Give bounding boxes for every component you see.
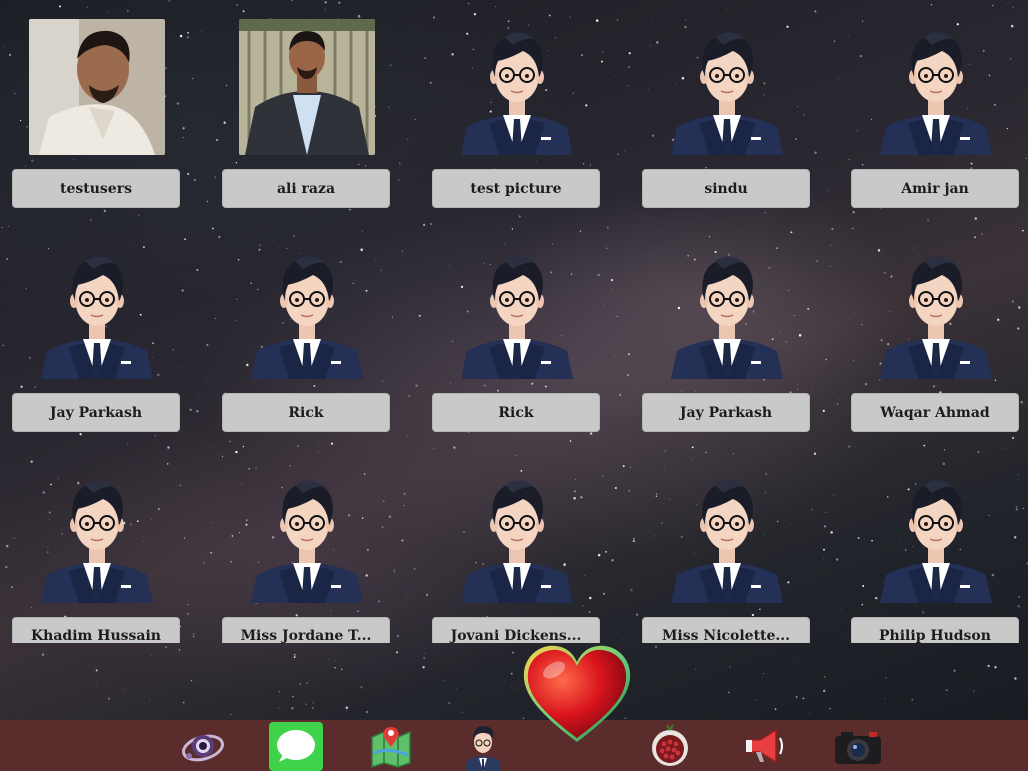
maps-icon[interactable] — [366, 720, 416, 771]
contact-name-button[interactable]: Jay Parkash — [642, 393, 810, 432]
default-avatar-image[interactable] — [659, 19, 795, 155]
profile-photo[interactable] — [239, 19, 375, 155]
contact-card[interactable]: Khadim Hussain — [12, 467, 182, 681]
heart-icon[interactable] — [520, 642, 634, 746]
messages-icon[interactable] — [268, 720, 324, 771]
default-avatar-image[interactable] — [659, 243, 795, 379]
contact-card[interactable]: sindu — [642, 19, 812, 233]
dock-bar — [0, 720, 1028, 771]
contact-name-button[interactable]: Rick — [432, 393, 600, 432]
default-avatar-image[interactable] — [449, 243, 585, 379]
contact-name-button[interactable]: ali raza — [222, 169, 390, 208]
contact-name-button[interactable]: sindu — [642, 169, 810, 208]
contact-name-button[interactable]: Rick — [222, 393, 390, 432]
contact-name-button[interactable]: Jay Parkash — [12, 393, 180, 432]
contact-grid: testusers ali raza test picture sindu Amir j… — [0, 0, 1028, 720]
default-avatar-image[interactable] — [449, 19, 585, 155]
camera-icon[interactable] — [832, 720, 884, 771]
profile-avatar-icon[interactable] — [458, 720, 508, 771]
contact-card[interactable]: ali raza — [222, 19, 392, 233]
contact-name-button[interactable]: testusers — [12, 169, 180, 208]
megaphone-icon[interactable] — [740, 720, 788, 771]
default-avatar-image[interactable] — [29, 467, 165, 603]
contact-card[interactable]: Miss Jordane T... — [222, 467, 392, 681]
default-avatar-image[interactable] — [868, 467, 1004, 603]
default-avatar-image[interactable] — [239, 243, 375, 379]
contact-card[interactable]: Rick — [432, 243, 602, 457]
contact-name-button[interactable]: Miss Jordane T... — [222, 617, 390, 643]
profile-photo[interactable] — [29, 19, 165, 155]
contact-card[interactable]: Philip Hudson — [851, 467, 1021, 681]
contact-card[interactable]: Waqar Ahmad — [851, 243, 1021, 457]
contact-card[interactable]: Miss Nicolette... — [642, 467, 812, 681]
contact-card[interactable]: Jay Parkash — [642, 243, 812, 457]
default-avatar-image[interactable] — [449, 467, 585, 603]
eye-orbit-icon[interactable] — [178, 720, 228, 771]
contact-name-button[interactable]: Waqar Ahmad — [851, 393, 1019, 432]
contact-card[interactable]: Amir jan — [851, 19, 1021, 233]
contact-card[interactable]: Rick — [222, 243, 392, 457]
contact-card[interactable]: test picture — [432, 19, 602, 233]
contact-name-button[interactable]: Amir jan — [851, 169, 1019, 208]
contact-name-button[interactable]: Jovani Dickens... — [432, 617, 600, 643]
default-avatar-image[interactable] — [659, 467, 795, 603]
default-avatar-image[interactable] — [868, 243, 1004, 379]
default-avatar-image[interactable] — [868, 19, 1004, 155]
contact-name-button[interactable]: Philip Hudson — [851, 617, 1019, 643]
contact-name-button[interactable]: Khadim Hussain — [12, 617, 180, 643]
contact-card[interactable]: testusers — [12, 19, 182, 233]
contact-name-button[interactable]: test picture — [432, 169, 600, 208]
contact-name-button[interactable]: Miss Nicolette... — [642, 617, 810, 643]
pomegranate-icon[interactable] — [646, 720, 694, 771]
contact-card[interactable]: Jay Parkash — [12, 243, 182, 457]
default-avatar-image[interactable] — [29, 243, 165, 379]
default-avatar-image[interactable] — [239, 467, 375, 603]
